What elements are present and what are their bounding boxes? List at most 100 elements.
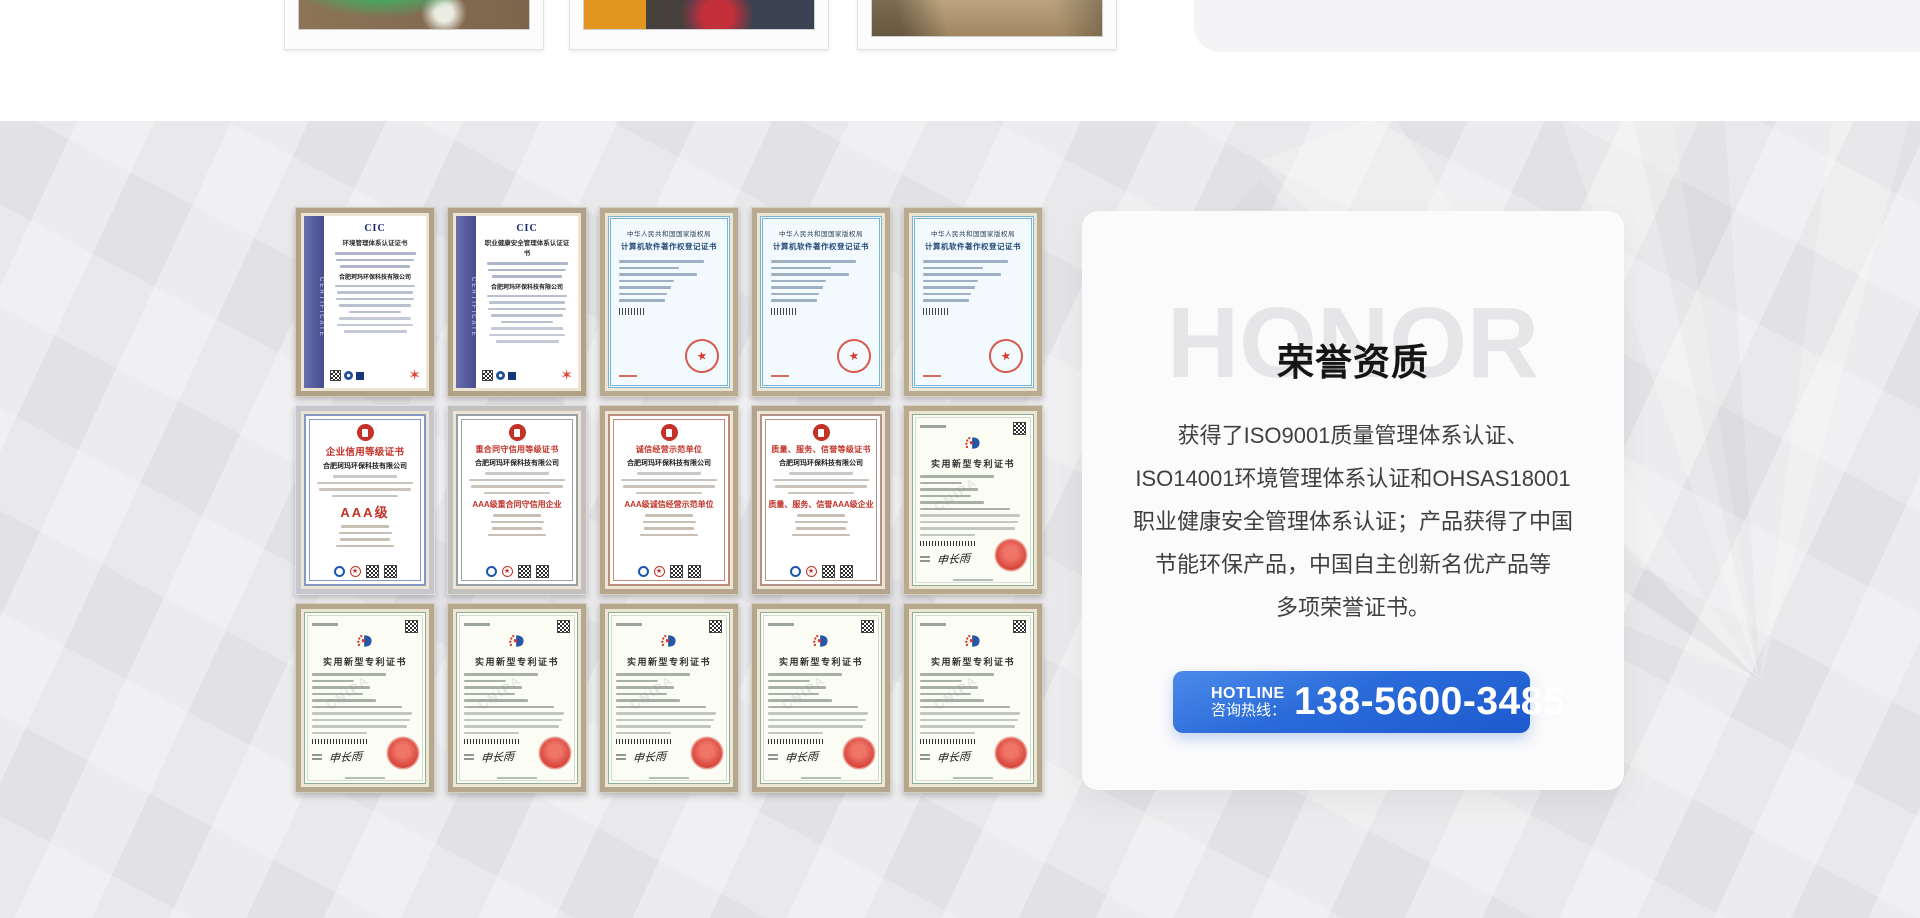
- star-badge-icon: ★: [502, 566, 513, 577]
- certificate-title: 计算机软件著作权登记证书: [923, 241, 1023, 252]
- certificate-patent[interactable]: CNIPA 实用新型专利证书 申长雨: [599, 603, 739, 793]
- commissioner-signature: 申长雨: [480, 748, 514, 766]
- certificate-mat: CNIPA 实用新型专利证书 申长雨: [605, 609, 733, 787]
- certificate-title: 职业健康安全管理体系认证证书: [482, 237, 572, 257]
- certificate-title: 实用新型专利证书: [616, 655, 722, 668]
- certificate-authority: 中华人民共和国国家版权局: [923, 228, 1023, 238]
- cic-round-badge-icon: [496, 371, 505, 380]
- certificate-company: 合肥珂玛环保科技有限公司: [330, 272, 420, 281]
- certificate-patent[interactable]: CNIPA 实用新型专利证书 申长雨: [903, 603, 1043, 793]
- honor-description-line: 多项荣誉证书。: [1072, 586, 1634, 629]
- certificate-paper: 中华人民共和国国家版权局 计算机软件著作权登记证书 ★: [760, 216, 882, 388]
- certificate-title: 质量、服务、信誉等级证书: [768, 444, 874, 455]
- certificate-paper: CERTIFICATE CIC 环境管理体系认证证书 合肥珂玛环保科技有限公司 …: [304, 216, 426, 388]
- barcode-icon: [923, 308, 949, 315]
- honor-description-line: 获得了ISO9001质量管理体系认证、: [1072, 414, 1634, 457]
- photo-card-excavation-site-green-net[interactable]: [284, 0, 544, 50]
- qr-code-icon: [330, 370, 341, 381]
- certificate-title: 实用新型专利证书: [464, 655, 570, 668]
- cnipa-logo-icon: [464, 634, 570, 653]
- certificate-mat: 企业信用等级证书 合肥珂玛环保科技有限公司 AAA级 ★: [301, 411, 429, 589]
- honor-description: 获得了ISO9001质量管理体系认证、 ISO14001环境管理体系认证和OHS…: [1072, 414, 1634, 629]
- copyright-seal-icon: ★: [986, 336, 1026, 376]
- page-number-mark: [801, 777, 841, 779]
- certificate-copyright[interactable]: 中华人民共和国国家版权局 计算机软件著作权登记证书 ★: [751, 207, 891, 397]
- certificate-copyright[interactable]: 中华人民共和国国家版权局 计算机软件著作权登记证书 ★: [599, 207, 739, 397]
- certificate-patent[interactable]: CNIPA 实用新型专利证书 申长雨: [447, 603, 587, 793]
- qr-code-icon: [557, 620, 570, 633]
- certificate-paper: 重合同守信用等级证书 合肥珂玛环保科技有限公司 AAA级重合同守信用企业 ★: [456, 414, 578, 586]
- certificate-paper: 中华人民共和国国家版权局 计算机软件著作权登记证书 ★: [608, 216, 730, 388]
- certificate-credit[interactable]: 重合同守信用等级证书 合肥珂玛环保科技有限公司 AAA级重合同守信用企业 ★: [447, 405, 587, 595]
- certificate-mat: CNIPA 实用新型专利证书 申长雨: [301, 609, 429, 787]
- hotline-button[interactable]: HOTLINE 咨询热线： 138-5600-3485: [1173, 671, 1530, 733]
- blue-badge-icon: [486, 566, 497, 577]
- commissioner-signature: 申长雨: [632, 748, 666, 766]
- barcode-icon: [616, 739, 671, 744]
- certificate-mat: CNIPA 实用新型专利证书 申长雨: [909, 609, 1037, 787]
- certificate-grade: AAA级: [312, 502, 418, 521]
- certificate-number-mark: [771, 375, 789, 378]
- qr-code-icon: [670, 565, 683, 578]
- certificate-paper: CERTIFICATE CIC 职业健康安全管理体系认证证书 合肥珂玛环保科技有…: [456, 216, 578, 388]
- credit-emblem-icon: [813, 424, 830, 441]
- cic-logo: CIC: [330, 223, 420, 234]
- certificate-patent[interactable]: CNIPA 实用新型专利证书 申长雨: [295, 603, 435, 793]
- photo-card-foundation-pit-trench[interactable]: [857, 0, 1117, 50]
- blue-badge-icon: [638, 566, 649, 577]
- hotline-label-zh: 咨询热线：: [1211, 703, 1286, 720]
- barcode-icon: [920, 541, 975, 546]
- commissioner-signature: 申长雨: [936, 748, 970, 766]
- qr-code-icon: [840, 565, 853, 578]
- certificate-title: 企业信用等级证书: [312, 444, 418, 458]
- commissioner-signature: 申长雨: [936, 550, 970, 568]
- certificate-credit[interactable]: 诚信经营示范单位 合肥珂玛环保科技有限公司 AAA级诚信经营示范单位 ★: [599, 405, 739, 595]
- certificate-mat: 中华人民共和国国家版权局 计算机软件著作权登记证书 ★: [909, 213, 1037, 391]
- certificate-mat: CERTIFICATE CIC 职业健康安全管理体系认证证书 合肥珂玛环保科技有…: [453, 213, 581, 391]
- certificate-copyright[interactable]: 中华人民共和国国家版权局 计算机软件著作权登记证书 ★: [903, 207, 1043, 397]
- signature-label: [768, 752, 778, 762]
- qr-code-icon: [482, 370, 493, 381]
- certificate-number-mark: [619, 375, 637, 378]
- page-number-mark: [649, 777, 689, 779]
- cic-logo: CIC: [482, 223, 572, 234]
- certificate-patent[interactable]: CNIPA 实用新型专利证书 申长雨: [751, 603, 891, 793]
- certificate-paper: CNIPA 实用新型专利证书 申长雨: [456, 612, 578, 784]
- credit-emblem-icon: [661, 424, 678, 441]
- certificate-mat: 重合同守信用等级证书 合肥珂玛环保科技有限公司 AAA级重合同守信用企业 ★: [453, 411, 581, 589]
- certificate-company: 合肥珂玛环保科技有限公司: [312, 461, 418, 471]
- qr-code-icon: [536, 565, 549, 578]
- hotline-label-en: HOTLINE: [1211, 685, 1286, 703]
- excavation-site-green-net-photo: [298, 0, 530, 30]
- signature-label: [616, 752, 626, 762]
- certificate-credit[interactable]: 企业信用等级证书 合肥珂玛环保科技有限公司 AAA级 ★: [295, 405, 435, 595]
- cnipa-logo-icon: [616, 634, 722, 653]
- honor-description-line: 节能环保产品，中国自主创新名优产品等: [1072, 543, 1634, 586]
- certificate-credit[interactable]: 质量、服务、信誉等级证书 合肥珂玛环保科技有限公司 质量、服务、信誉AAA级企业…: [751, 405, 891, 595]
- certificate-paper: 中华人民共和国国家版权局 计算机软件著作权登记证书 ★: [912, 216, 1034, 388]
- certificate-cic[interactable]: CERTIFICATE CIC 职业健康安全管理体系认证证书 合肥珂玛环保科技有…: [447, 207, 587, 397]
- cnipa-logo-icon: [920, 436, 1026, 455]
- certificate-number-mark: [920, 623, 946, 626]
- certificate-paper: 诚信经营示范单位 合肥珂玛环保科技有限公司 AAA级诚信经营示范单位 ★: [608, 414, 730, 586]
- page-number-mark: [953, 777, 993, 779]
- certificate-cic[interactable]: CERTIFICATE CIC 环境管理体系认证证书 合肥珂玛环保科技有限公司 …: [295, 207, 435, 397]
- certificate-grade: 质量、服务、信誉AAA级企业: [768, 499, 874, 510]
- page-number-mark: [345, 777, 385, 779]
- copyright-seal-icon: ★: [834, 336, 874, 376]
- copyright-seal-icon: ★: [682, 336, 722, 376]
- qr-code-icon: [384, 565, 397, 578]
- commissioner-signature: 申长雨: [328, 748, 362, 766]
- honor-description-line: 职业健康安全管理体系认证；产品获得了中国: [1072, 500, 1634, 543]
- certificate-authority: 中华人民共和国国家版权局: [771, 228, 871, 238]
- certificate-title: 诚信经营示范单位: [616, 444, 722, 455]
- honor-description-line: ISO14001环境管理体系认证和OHSAS18001: [1072, 457, 1634, 500]
- certificate-paper: CNIPA 实用新型专利证书 申长雨: [608, 612, 730, 784]
- barcode-icon: [768, 739, 823, 744]
- photo-card-yellow-crane-truck[interactable]: [569, 0, 829, 50]
- certificate-patent[interactable]: CNIPA 实用新型专利证书 申长雨: [903, 405, 1043, 595]
- certificate-title: 环境管理体系认证证书: [330, 237, 420, 247]
- signature-label: [312, 752, 322, 762]
- certificate-title: 实用新型专利证书: [312, 655, 418, 668]
- qr-code-icon: [861, 620, 874, 633]
